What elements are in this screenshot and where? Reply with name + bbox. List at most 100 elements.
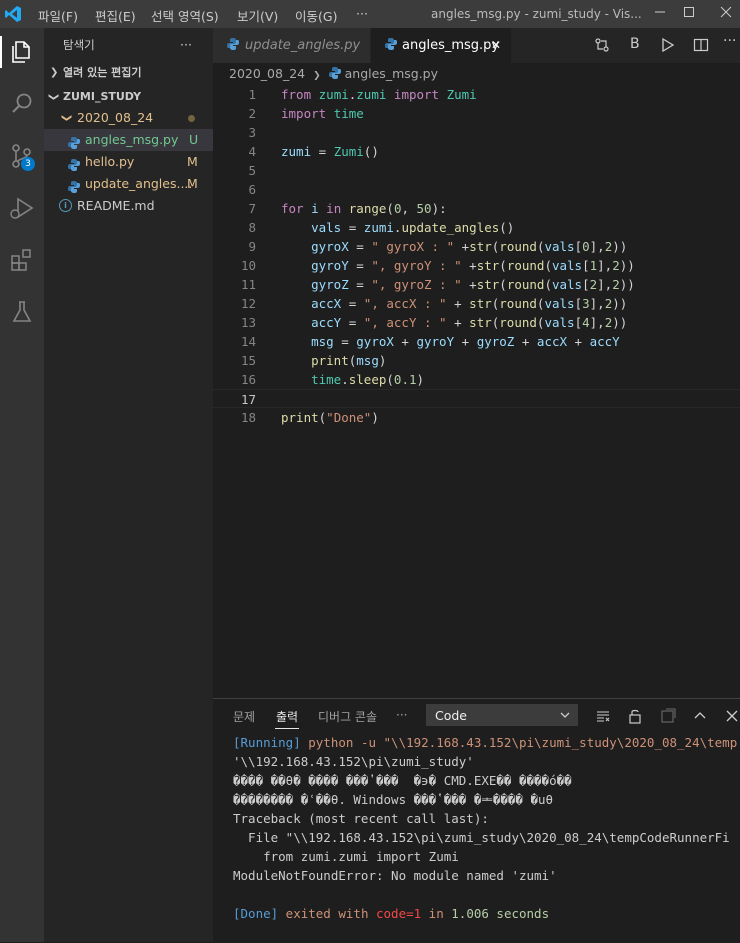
output-line: �������� �ʿ��θ. Windows ���ʽ��� �ᆂ���� �… — [233, 792, 554, 807]
code-text: zumi = Zumi() — [281, 144, 379, 159]
clear-output-icon[interactable] — [595, 708, 611, 728]
info-icon: i — [59, 199, 72, 212]
done-code: code=1 — [376, 906, 422, 921]
modified-dot-icon — [188, 115, 195, 122]
bold-b-icon[interactable]: B — [630, 36, 640, 52]
chevron-down-icon — [559, 707, 571, 726]
tab-debug-console[interactable]: 디버그 콘솔 — [318, 708, 377, 725]
code-text: print(msg) — [311, 353, 387, 368]
run-python-icon[interactable] — [660, 37, 676, 57]
explorer-icon[interactable] — [6, 36, 38, 68]
output-panel: 문제 출력 디버그 콘솔 ··· Code [Running] python -… — [213, 698, 740, 943]
git-status-badge: M — [187, 176, 198, 191]
tab-output[interactable]: 출력 — [276, 708, 298, 725]
maximize-icon[interactable] — [679, 4, 699, 24]
line-number: 18 — [240, 410, 256, 425]
code-text: accX = ", accX : " + str(round(vals[3],2… — [311, 296, 628, 311]
close-window-icon[interactable] — [716, 4, 736, 24]
testing-icon[interactable] — [6, 296, 38, 328]
lock-icon[interactable] — [627, 708, 643, 728]
output-channel-value: Code — [435, 708, 468, 723]
tab-problems[interactable]: 문제 — [233, 708, 255, 725]
code-line: 11 gyroZ = ", gyroZ : " +str(round(vals[… — [213, 275, 740, 294]
file-update-angles[interactable]: update_angles.... M — [44, 173, 213, 195]
file-hello[interactable]: hello.py M — [44, 151, 213, 173]
tab-label: angles_msg.py — [402, 38, 500, 53]
explorer-header: 탐색기 ··· — [44, 34, 213, 56]
tab-angles-msg[interactable]: angles_msg.py ✕ — [371, 28, 511, 63]
breadcrumb: 2020_08_24 ❯ angles_msg.py — [229, 66, 438, 82]
code-text: time.sleep(0.1) — [311, 372, 425, 387]
minimize-icon[interactable] — [650, 4, 670, 24]
running-tag: [Running] — [233, 735, 301, 750]
folder-label: 2020_08_24 — [77, 110, 154, 125]
chevron-down-icon: ❯ — [61, 113, 73, 123]
source-control-icon[interactable]: 3 — [6, 140, 38, 172]
panel-more-icon[interactable]: ··· — [396, 708, 407, 722]
done-text: exited with — [278, 906, 376, 921]
open-editors-section[interactable]: ❯ 열려 있는 편집기 — [44, 62, 213, 84]
line-number: 17 — [240, 392, 256, 407]
tab-close-icon[interactable]: ✕ — [491, 28, 501, 63]
output-line: ModuleNotFoundError: No module named 'zu… — [233, 868, 557, 883]
menu-view[interactable]: 보기(V) — [237, 6, 278, 25]
line-number: 13 — [240, 315, 256, 330]
code-line: 13 accY = ", accY : " + str(round(vals[4… — [213, 313, 740, 332]
menu-selection[interactable]: 선택 영역(S) — [151, 6, 219, 25]
code-line: 6 — [213, 180, 740, 199]
breadcrumb-folder[interactable]: 2020_08_24 — [229, 66, 305, 81]
split-editor-icon[interactable] — [693, 37, 709, 57]
search-icon[interactable] — [6, 88, 38, 120]
run-debug-icon[interactable] — [6, 192, 38, 224]
code-text: gyroX = " gyroX : " +str(round(vals[0],2… — [311, 239, 628, 254]
close-panel-icon[interactable] — [724, 708, 740, 728]
workspace-section[interactable]: ❯ ZUMI_STUDY — [44, 86, 213, 108]
menu-more[interactable]: ··· — [356, 6, 368, 21]
line-number: 7 — [248, 201, 256, 216]
git-status-badge: U — [189, 132, 199, 147]
explorer-sidebar: 탐색기 ··· ❯ 열려 있는 편집기 ❯ ZUMI_STUDY ❯ 2020_… — [44, 28, 213, 942]
chevron-right-icon: ❯ — [313, 71, 321, 81]
code-text: gyroZ = ", gyroZ : " +str(round(vals[2],… — [311, 277, 635, 292]
open-log-icon[interactable] — [660, 708, 676, 728]
open-editors-label: 열려 있는 편집기 — [63, 66, 142, 79]
code-line: 3 — [213, 123, 740, 142]
output-line: [Done] exited with code=1 in 1.006 secon… — [233, 904, 549, 923]
code-text: for i in range(0, 50): — [281, 201, 447, 216]
output-channel-select[interactable]: Code — [426, 704, 578, 726]
more-actions-icon[interactable]: ··· — [723, 33, 736, 49]
tab-update-angles[interactable]: update_angles.py — [213, 28, 370, 63]
code-text: vals = zumi.update_angles() — [311, 220, 515, 235]
git-status-badge: M — [187, 154, 198, 169]
code-text: print("Done") — [281, 410, 379, 425]
output-line: [Running] python -u "\\192.168.43.152\pi… — [233, 733, 737, 752]
code-line: 10 gyroY = ", gyroY : " +str(round(vals[… — [213, 256, 740, 275]
code-line: 2 import time — [213, 104, 740, 123]
menu-go[interactable]: 이동(G) — [295, 6, 337, 25]
breadcrumb-file[interactable]: angles_msg.py — [345, 66, 438, 81]
code-line: 8 vals = zumi.update_angles() — [213, 218, 740, 237]
output-line: ���� ��θ� ���� ���ʽ��� �϶� CMD.EXE�� ���… — [233, 773, 572, 788]
file-label: update_angles.... — [85, 176, 193, 191]
line-number: 11 — [240, 277, 256, 292]
file-label: angles_msg.py — [85, 132, 179, 147]
folder-2020-08-24[interactable]: ❯ 2020_08_24 — [44, 107, 213, 129]
explorer-more-icon[interactable]: ··· — [180, 34, 192, 56]
file-angles-msg[interactable]: angles_msg.py U — [44, 129, 213, 151]
extensions-icon[interactable] — [6, 244, 38, 276]
line-number: 14 — [240, 334, 256, 349]
compare-changes-icon[interactable] — [594, 37, 610, 57]
menu-edit[interactable]: 편집(E) — [95, 6, 136, 25]
chevron-up-icon[interactable] — [692, 708, 708, 728]
code-text: gyroY = ", gyroY : " +str(round(vals[1],… — [311, 258, 635, 273]
menu-file[interactable]: 파일(F) — [38, 6, 78, 25]
active-tab-underline — [275, 728, 299, 729]
code-text: import time — [281, 106, 364, 121]
done-in: in — [421, 906, 452, 921]
line-number: 2 — [248, 106, 256, 121]
output-line: File "\\192.168.43.152\pi\zumi_study\202… — [233, 830, 730, 845]
code-text: from zumi.zumi import Zumi — [281, 87, 477, 102]
editor-area: update_angles.py angles_msg.py ✕ B ··· 2… — [213, 28, 740, 698]
code-line: 5 — [213, 161, 740, 180]
file-readme[interactable]: i README.md — [44, 195, 213, 217]
